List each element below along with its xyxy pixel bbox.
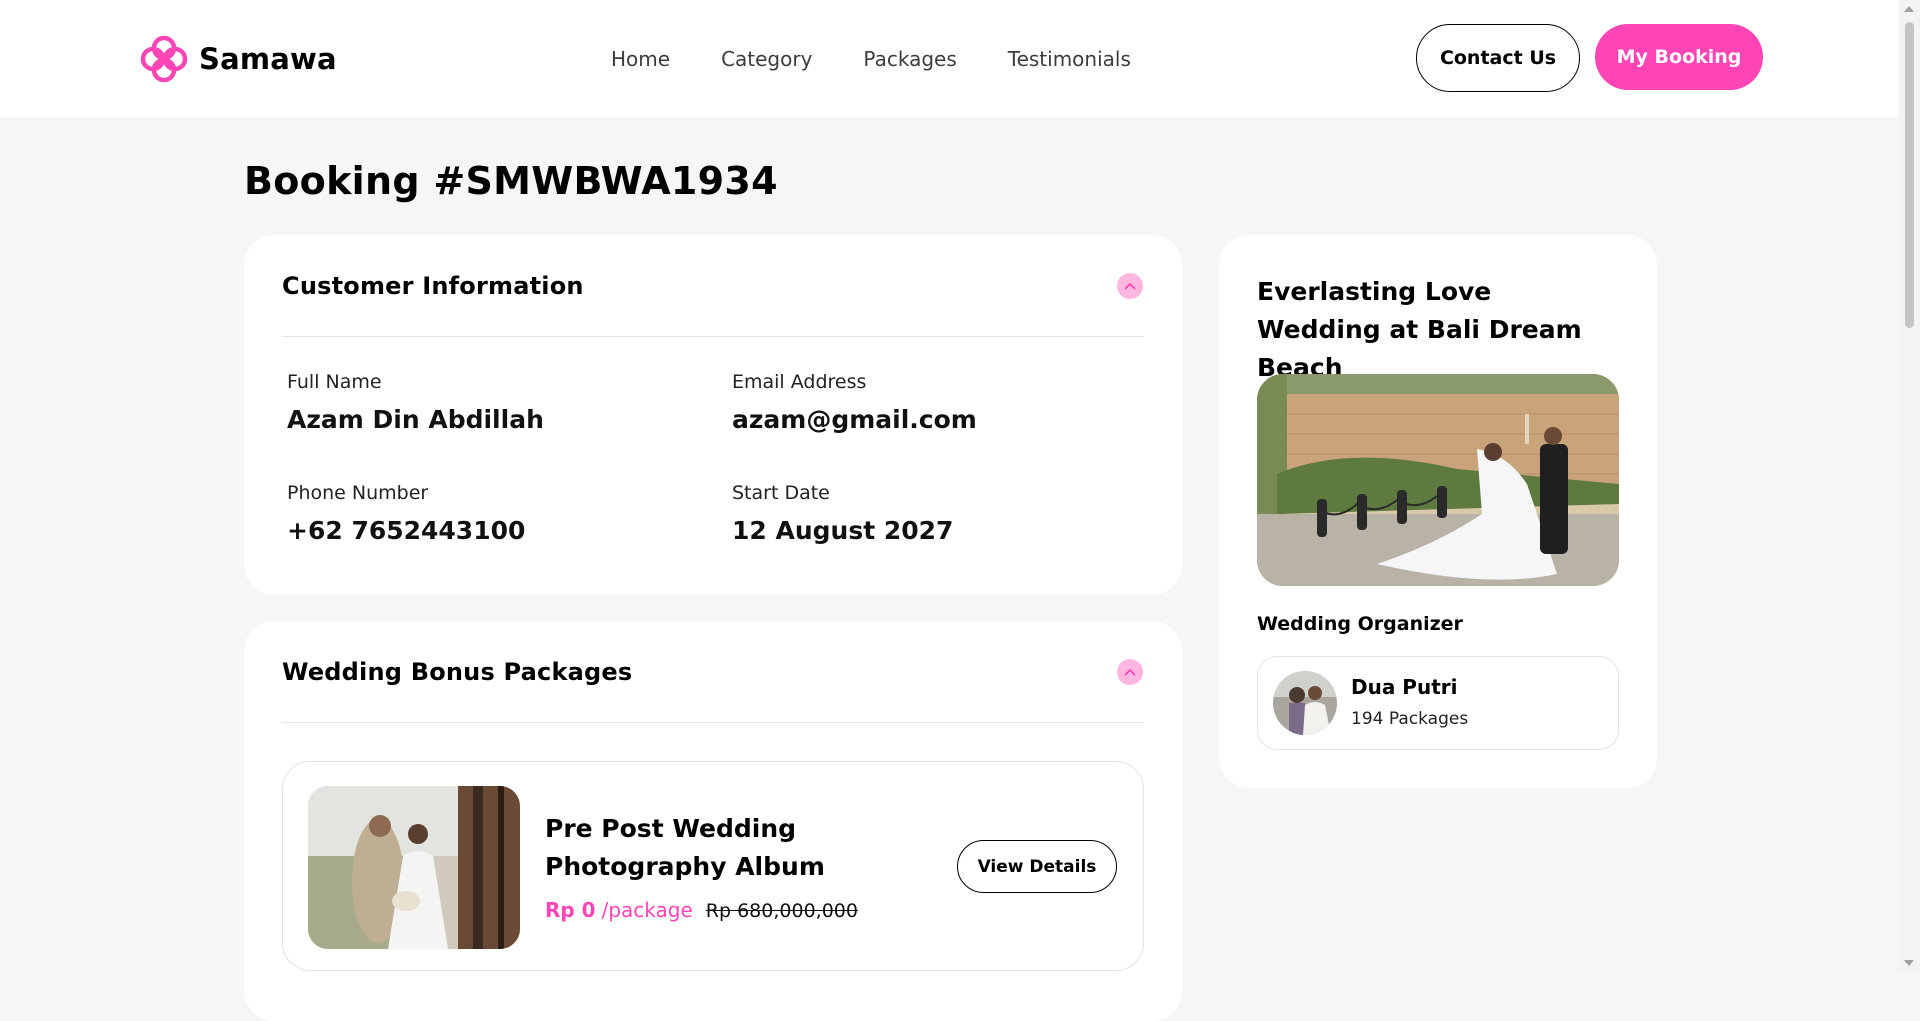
scroll-thumb[interactable] [1905,22,1914,328]
start-date-label: Start Date [732,482,830,504]
original-price: Rp 680,000,000 [705,900,858,922]
customer-card-header: Customer Information [282,235,1144,337]
bonus-package-item: Pre Post Wedding Photography Album Rp 0 … [282,761,1144,971]
collapse-bonus-button[interactable] [1117,658,1143,685]
bonus-card-header: Wedding Bonus Packages [282,621,1144,723]
page-scrollbar[interactable] [1899,0,1920,972]
collapse-customer-button[interactable] [1117,272,1143,299]
full-name-value: Azam Din Abdillah [287,405,544,434]
view-details-button[interactable]: View Details [957,840,1117,893]
bonus-package-price: Rp 0 /package Rp 680,000,000 [545,898,858,922]
package-image [1257,374,1619,586]
page-title: Booking #SMWBWA1934 [244,159,778,203]
wedding-beach-photo [1257,374,1619,586]
bonus-package-thumbnail [308,786,520,949]
start-date-value: 12 August 2027 [732,516,954,545]
phone-label: Phone Number [287,482,429,504]
full-name-field: Full Name Azam Din Abdillah [287,370,544,435]
nav-link-packages[interactable]: Packages [863,46,956,72]
flower-logo-icon [140,35,188,83]
full-name-label: Full Name [287,371,382,393]
phone-field: Phone Number +62 7652443100 [287,481,525,546]
chevron-up-icon [1124,668,1136,675]
brand-logo-link[interactable]: Samawa [139,34,337,84]
bonus-package-name: Pre Post Wedding Photography Album [545,814,825,881]
current-price: Rp 0 [545,898,596,922]
organizer-package-count: 194 Packages [1351,709,1469,729]
top-navbar: Samawa Home Category Packages Testimonia… [0,0,1899,117]
bonus-card-title: Wedding Bonus Packages [282,657,633,686]
bonus-packages-card: Wedding Bonus Packages Pre Post Wedding … [244,621,1182,1021]
wedding-couple-photo [308,786,520,949]
scroll-down-arrow-icon[interactable] [1904,960,1914,966]
organizer-card[interactable]: Dua Putri 194 Packages [1257,656,1619,750]
email-field: Email Address azam@gmail.com [732,370,977,435]
organizer-photo [1273,671,1337,735]
email-value: azam@gmail.com [732,405,977,434]
nav-link-home[interactable]: Home [611,46,670,72]
start-date-field: Start Date 12 August 2027 [732,481,953,546]
organizer-avatar [1273,671,1337,735]
phone-value: +62 7652443100 [287,516,526,545]
contact-us-button[interactable]: Contact Us [1416,24,1580,92]
package-summary-card: Everlasting Love Wedding at Bali Dream B… [1219,235,1657,788]
price-unit: /package [601,898,693,922]
scroll-up-arrow-icon[interactable] [1904,6,1914,12]
customer-information-card: Customer Information Full Name Azam Din … [244,235,1182,595]
nav-link-testimonials[interactable]: Testimonials [1008,46,1131,72]
my-booking-button[interactable]: My Booking [1595,24,1763,90]
brand-name: Samawa [199,42,337,76]
organizer-label: Wedding Organizer [1257,613,1463,635]
email-label: Email Address [732,371,867,393]
nav-link-category[interactable]: Category [721,46,812,72]
customer-card-title: Customer Information [282,271,584,300]
package-name: Everlasting Love Wedding at Bali Dream B… [1257,277,1582,382]
chevron-up-icon [1124,282,1136,289]
organizer-name: Dua Putri [1351,675,1458,699]
main-nav: Home Category Packages Testimonials [611,46,1182,72]
